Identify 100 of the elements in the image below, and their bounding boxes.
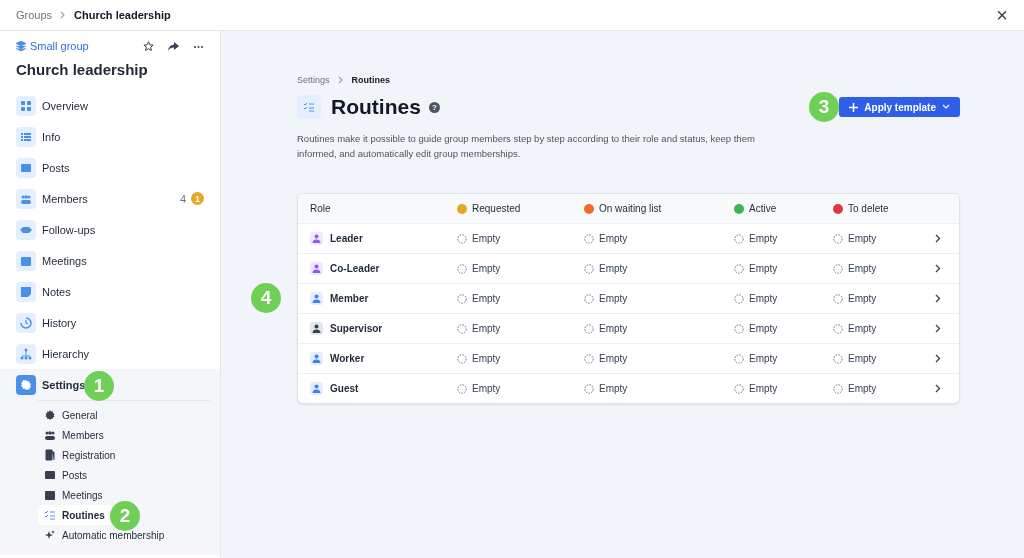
empty-circle-icon (584, 383, 594, 394)
gear-icon (44, 409, 56, 421)
sidebar-item[interactable]: Notes (0, 276, 220, 307)
share-icon (168, 40, 179, 52)
history-icon (19, 315, 33, 330)
apply-template-button[interactable]: Apply template (839, 97, 960, 117)
empty-circle-icon (734, 263, 744, 274)
layers-icon (16, 41, 26, 51)
step-callout: 4 (251, 283, 281, 313)
sparkle-icon (44, 529, 56, 541)
sidebar-subitem[interactable]: Posts (38, 465, 95, 485)
empty-circle-icon (457, 383, 467, 394)
role-name: Member (330, 293, 369, 304)
status-value: Empty (848, 383, 877, 394)
sidebar-item[interactable]: Follow-ups (0, 214, 220, 245)
sidebar-subitem[interactable]: Routines (38, 505, 113, 525)
sidebar-subitem[interactable]: Meetings (38, 485, 111, 505)
star-icon (143, 40, 154, 52)
people-icon (44, 429, 56, 441)
sidebar-item[interactable]: Overview (0, 90, 220, 121)
checklist-icon (44, 509, 56, 521)
status-value: Empty (749, 293, 778, 304)
empty-circle-icon (734, 233, 744, 244)
plus-icon (849, 102, 859, 112)
column-header: Active (749, 203, 777, 214)
status-value: Empty (472, 233, 501, 244)
help-icon[interactable]: ? (428, 101, 440, 113)
status-value: Empty (848, 323, 877, 334)
grid-icon (19, 98, 33, 113)
chevron-icon (337, 76, 344, 84)
empty-circle-icon (457, 293, 467, 304)
chevron-icon (60, 11, 67, 19)
status-value: Empty (848, 353, 877, 364)
breadcrumb-link[interactable]: Groups (16, 9, 53, 21)
status-value: Empty (749, 263, 778, 274)
notification-badge: 1 (191, 192, 204, 205)
empty-circle-icon (833, 323, 843, 334)
sidebar-item[interactable]: Members 4 1 (0, 183, 220, 214)
role-name: Supervisor (330, 323, 383, 334)
sidebar-item[interactable]: Hierarchy (0, 338, 220, 369)
step-callout: 3 (809, 92, 839, 122)
close-button[interactable]: × (996, 5, 1008, 25)
empty-circle-icon (457, 323, 467, 334)
role-name: Guest (330, 383, 359, 394)
status-value: Empty (472, 263, 501, 274)
status-value: Empty (599, 233, 628, 244)
status-value: Empty (472, 383, 501, 394)
status-value: Empty (472, 353, 501, 364)
chevron-icon (935, 264, 941, 273)
status-value: Empty (848, 293, 877, 304)
hierarchy-icon (19, 346, 33, 361)
status-value: Empty (749, 353, 778, 364)
sidebar-item[interactable]: Posts (0, 152, 220, 183)
column-header: Requested (472, 203, 521, 214)
empty-circle-icon (584, 293, 594, 304)
chevron-icon (935, 234, 941, 243)
chevron-icon (935, 324, 941, 333)
sidebar-subitem[interactable]: Registration (38, 445, 124, 465)
group-type-link[interactable]: Small group (16, 40, 89, 52)
status-value: Empty (599, 353, 628, 364)
note-icon (19, 284, 33, 299)
caret-icon (942, 104, 950, 110)
chevron-icon (935, 354, 941, 363)
chevron-icon (935, 384, 941, 393)
checklist-icon (303, 101, 315, 113)
sidebar-item[interactable]: Meetings (0, 245, 220, 276)
sidebar-subitem[interactable]: Members (38, 425, 112, 445)
sidebar-item[interactable]: History (0, 307, 220, 338)
status-value: Empty (749, 233, 778, 244)
empty-circle-icon (457, 353, 467, 364)
empty-circle-icon (833, 263, 843, 274)
empty-circle-icon (833, 353, 843, 364)
empty-circle-icon (833, 383, 843, 394)
role-name: Co-Leader (330, 263, 380, 274)
status-value: Empty (472, 293, 501, 304)
empty-circle-icon (833, 233, 843, 244)
empty-circle-icon (584, 233, 594, 244)
group-title: Church leadership (16, 61, 149, 78)
empty-circle-icon (457, 233, 467, 244)
status-value: Empty (472, 323, 501, 334)
status-value: Empty (848, 233, 877, 244)
empty-circle-icon (584, 353, 594, 364)
sidebar-subitem[interactable]: General (38, 405, 106, 425)
empty-circle-icon (734, 293, 744, 304)
breadcrumb-link[interactable]: Settings (297, 75, 330, 85)
status-value: Empty (599, 383, 628, 394)
empty-circle-icon (734, 353, 744, 364)
column-header: On waiting list (599, 203, 662, 214)
breadcrumb-link[interactable]: Routines (351, 75, 391, 85)
description: Routines make it possible to guide group members step by step according to their role and status, keep them informed, and automatically edit group memberships. (297, 132, 756, 161)
status-value: Empty (749, 323, 778, 334)
status-value: Empty (599, 323, 628, 334)
breadcrumb-link[interactable]: Church leadership (74, 9, 171, 21)
status-value: Empty (599, 263, 628, 274)
empty-circle-icon (833, 293, 843, 304)
status-value: Empty (599, 293, 628, 304)
status-value: Empty (848, 263, 877, 274)
sidebar-item[interactable]: Info (0, 121, 220, 152)
member-count: 4 (179, 192, 186, 205)
empty-circle-icon (457, 263, 467, 274)
